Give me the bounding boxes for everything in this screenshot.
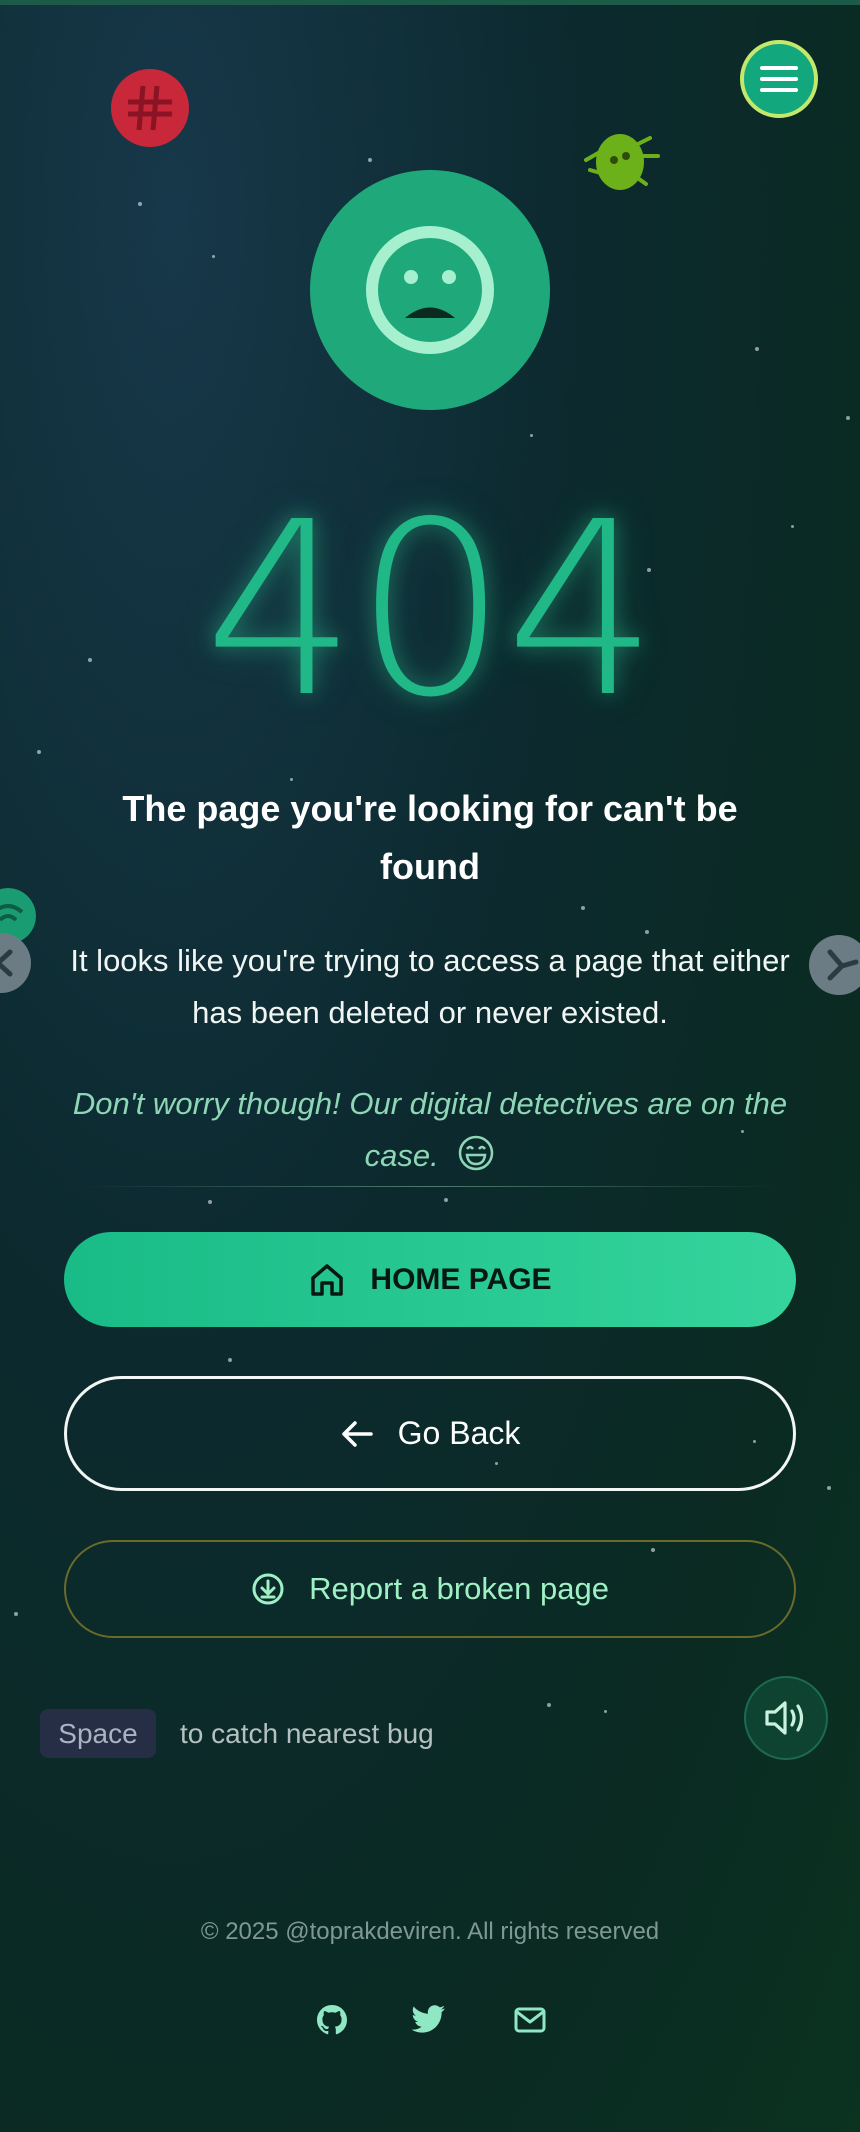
mail-icon	[514, 2007, 546, 2033]
github-link[interactable]	[310, 1998, 354, 2042]
top-accent-bar	[0, 0, 860, 5]
red-bug-icon[interactable]	[110, 68, 190, 148]
green-bug-icon[interactable]	[580, 130, 660, 200]
github-icon	[317, 2005, 347, 2035]
sad-face-icon	[366, 226, 494, 354]
home-page-button[interactable]: HOME PAGE	[64, 1232, 796, 1327]
twitter-icon	[411, 2005, 445, 2033]
go-back-label: Go Back	[397, 1415, 521, 1451]
error-code: 404	[203, 470, 658, 750]
report-broken-page-button[interactable]: Report a broken page	[64, 1540, 796, 1638]
reassurance-text: Don't worry though! Our digital detectiv…	[60, 1078, 800, 1182]
error-headline: The page you're looking for can't be fou…	[122, 788, 738, 887]
go-back-button[interactable]: Go Back	[64, 1376, 796, 1491]
hamburger-menu-icon	[760, 66, 798, 92]
grinning-face-icon	[459, 1135, 494, 1171]
twitter-link[interactable]	[407, 1998, 451, 2042]
report-broken-page-label: Report a broken page	[309, 1571, 609, 1606]
sound-toggle-button[interactable]	[744, 1676, 828, 1760]
home-icon	[311, 1263, 344, 1296]
catch-bug-hint: to catch nearest bug	[180, 1718, 434, 1749]
space-key-badge: Space	[40, 1709, 156, 1758]
copyright-text: © 2025 @toprakdeviren. All rights reserv…	[200, 1918, 660, 1945]
edge-bug-left-gray-icon[interactable]	[0, 932, 32, 994]
sad-face-badge	[310, 170, 550, 410]
section-divider	[80, 1186, 780, 1187]
edge-bug-right-gray-icon[interactable]	[808, 934, 860, 996]
menu-button[interactable]	[740, 40, 818, 118]
email-link[interactable]	[508, 1998, 552, 2042]
error-description: It looks like you're trying to access a …	[70, 943, 790, 1030]
home-page-label: HOME PAGE	[370, 1262, 552, 1296]
speaker-volume-icon	[765, 1701, 804, 1735]
download-circle-icon	[252, 1573, 284, 1605]
reassurance-message: Don't worry though! Our digital detectiv…	[72, 1086, 788, 1173]
arrow-left-icon	[341, 1420, 373, 1447]
